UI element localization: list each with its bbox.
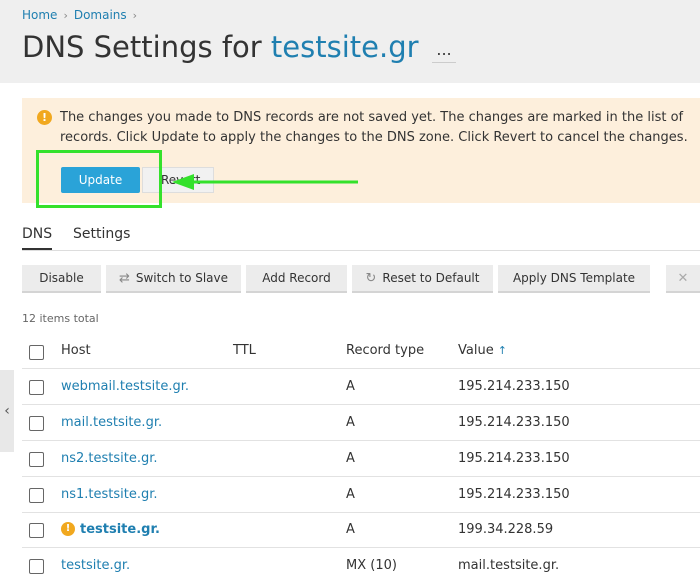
page-title-prefix: DNS Settings for xyxy=(22,30,262,64)
row-divider xyxy=(22,512,700,513)
row-checkbox[interactable] xyxy=(29,452,44,467)
row-value: 199.34.228.59 xyxy=(458,522,554,537)
row-checkbox[interactable] xyxy=(29,559,44,574)
switch-icon: ⇄ xyxy=(118,271,130,286)
tab-settings[interactable]: Settings xyxy=(73,226,130,248)
row-value: 195.214.233.150 xyxy=(458,379,570,394)
switch-to-slave-label: Switch to Slave xyxy=(135,271,229,285)
row-value: mail.testsite.gr. xyxy=(458,558,560,573)
revert-button[interactable]: Revert xyxy=(142,167,214,193)
warning-icon: ! xyxy=(61,522,75,536)
sidebar-collapse-handle[interactable]: ‹ xyxy=(0,370,14,452)
row-host-link[interactable]: ns1.testsite.gr. xyxy=(61,487,158,502)
row-host-link[interactable]: ns2.testsite.gr. xyxy=(61,451,158,466)
row-record-type: MX (10) xyxy=(346,558,397,573)
breadcrumb-domains-link[interactable]: Domains xyxy=(74,8,127,22)
chevron-right-icon: › xyxy=(63,9,68,22)
row-host-link[interactable]: testsite.gr. xyxy=(61,558,130,573)
row-value: 195.214.233.150 xyxy=(458,415,570,430)
column-header-value-label: Value xyxy=(458,343,494,358)
chevron-right-icon: › xyxy=(132,9,138,22)
row-divider xyxy=(22,547,700,548)
row-host-link[interactable]: testsite.gr. xyxy=(80,522,160,537)
column-header-ttl[interactable]: TTL xyxy=(233,343,256,358)
warning-icon: ! xyxy=(37,110,52,125)
tab-dns[interactable]: DNS xyxy=(22,226,53,250)
row-host-link[interactable]: mail.testsite.gr. xyxy=(61,415,162,430)
tab-bar: DNS Settings xyxy=(22,226,700,251)
select-all-checkbox[interactable] xyxy=(29,345,44,360)
reset-to-default-label: Reset to Default xyxy=(382,271,480,285)
column-header-host[interactable]: Host xyxy=(61,343,91,358)
reset-to-default-button[interactable]: ↻ Reset to Default xyxy=(352,265,493,293)
items-total: 12 items total xyxy=(22,312,99,325)
row-divider xyxy=(22,404,700,405)
row-checkbox[interactable] xyxy=(29,416,44,431)
row-checkbox[interactable] xyxy=(29,380,44,395)
row-record-type: A xyxy=(346,451,355,466)
row-value: 195.214.233.150 xyxy=(458,451,570,466)
reset-icon: ↻ xyxy=(365,271,377,286)
row-checkbox[interactable] xyxy=(29,523,44,538)
add-record-button[interactable]: Add Record xyxy=(246,265,347,293)
row-divider xyxy=(22,440,700,441)
row-record-type: A xyxy=(346,522,355,537)
page-title: DNS Settings for testsite.gr xyxy=(22,30,419,64)
row-divider xyxy=(22,476,700,477)
disable-button[interactable]: Disable xyxy=(22,265,101,293)
sort-ascending-icon: ↑ xyxy=(497,344,507,357)
remove-button[interactable]: ✕ xyxy=(666,265,700,293)
column-header-record-type[interactable]: Record type xyxy=(346,343,424,358)
chevron-left-icon: ‹ xyxy=(4,403,10,419)
row-host-link[interactable]: webmail.testsite.gr. xyxy=(61,379,189,394)
update-button[interactable]: Update xyxy=(61,167,140,193)
alert-message: The changes you made to DNS records are … xyxy=(60,110,688,145)
column-header-value[interactable]: Value ↑ xyxy=(458,343,507,358)
apply-dns-template-button[interactable]: Apply DNS Template xyxy=(498,265,650,293)
breadcrumb-home-link[interactable]: Home xyxy=(22,8,57,22)
header-divider xyxy=(22,368,700,369)
more-actions-button[interactable]: ... xyxy=(432,42,456,63)
page-title-domain: testsite.gr xyxy=(270,30,419,64)
apply-dns-template-label: Apply DNS Template xyxy=(512,271,636,285)
row-record-type: A xyxy=(346,379,355,394)
page-header: Home › Domains › DNS Settings for testsite.… xyxy=(0,0,700,83)
add-record-label: Add Record xyxy=(262,271,331,285)
row-checkbox[interactable] xyxy=(29,488,44,503)
row-record-type: A xyxy=(346,415,355,430)
disable-label: Disable xyxy=(39,271,84,285)
close-icon: ✕ xyxy=(677,271,689,286)
breadcrumb: Home › Domains › xyxy=(22,8,143,22)
row-record-type: A xyxy=(346,487,355,502)
switch-to-slave-button[interactable]: ⇄ Switch to Slave xyxy=(106,265,241,293)
row-value: 195.214.233.150 xyxy=(458,487,570,502)
